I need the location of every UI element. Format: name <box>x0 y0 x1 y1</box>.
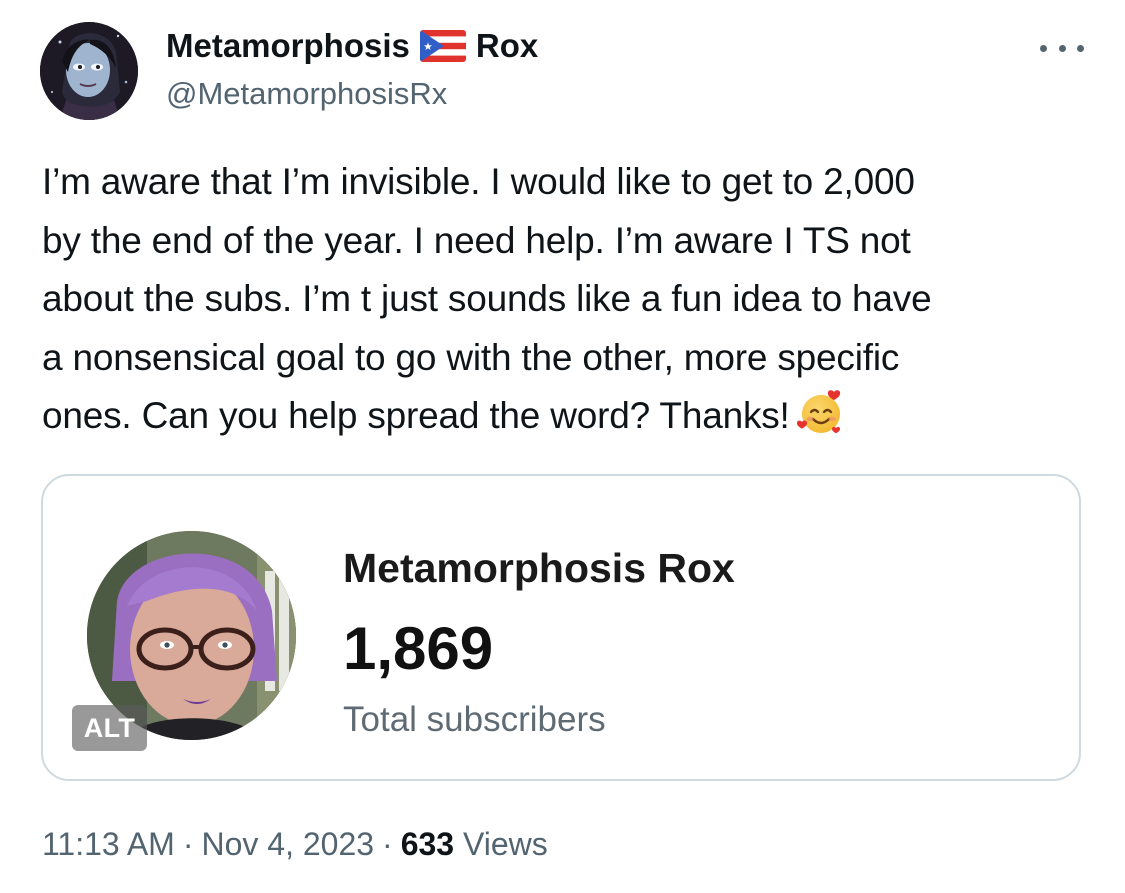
display-name-first: Metamorphosis <box>166 27 410 64</box>
display-name-last: Rox <box>475 27 539 64</box>
card-channel-name: Metamorphosis Rox <box>343 545 735 591</box>
card-subscriber-count: 1,869 <box>343 615 494 682</box>
more-dot-icon <box>1040 44 1047 52</box>
smiling-face-with-hearts-icon <box>796 388 846 438</box>
tweet-date[interactable]: Nov 4, 2023 <box>201 826 374 862</box>
alt-text-badge[interactable]: ALT <box>72 705 147 751</box>
tweet-text: I’m aware that I’m invisible. I would li… <box>42 153 1092 446</box>
tweet-text-line: about the subs. I’m t just sounds like a… <box>42 278 932 319</box>
card-subscriber-label: Total subscribers <box>343 700 606 739</box>
tweet-text-line: I’m aware that I’m invisible. I would li… <box>42 161 915 202</box>
tweet-text-line-content: ones. Can you help spread the word? Than… <box>42 395 790 436</box>
author-handle[interactable]: @MetamorphosisRx <box>166 76 447 112</box>
puerto-rico-flag-icon <box>419 30 466 62</box>
tweet-text-line: by the end of the year. I need help. I’m… <box>42 219 911 261</box>
more-dot-icon <box>1077 44 1084 52</box>
views-label: Views <box>462 826 548 862</box>
meta-separator: · <box>382 826 393 862</box>
tweet-text-line-last: ones. Can you help spread the word? Than… <box>42 387 1092 446</box>
tweet: Metamorphosis Rox @MetamorphosisRx I’m a… <box>0 0 1125 893</box>
tweet-metadata: 11:13 AM · Nov 4, 2023 · 633 Views <box>42 826 548 863</box>
tweet-text-line: a nonsensical goal to go with the other,… <box>42 336 900 378</box>
avatar-image <box>40 22 138 120</box>
more-options-button[interactable] <box>1040 36 1084 60</box>
tweet-time[interactable]: 11:13 AM <box>42 826 175 862</box>
views-count[interactable]: 633 <box>401 826 454 862</box>
meta-separator: · <box>182 826 194 862</box>
more-dot-icon <box>1058 44 1066 52</box>
author-avatar[interactable] <box>40 22 138 120</box>
author-display-name[interactable]: Metamorphosis Rox <box>166 24 538 68</box>
